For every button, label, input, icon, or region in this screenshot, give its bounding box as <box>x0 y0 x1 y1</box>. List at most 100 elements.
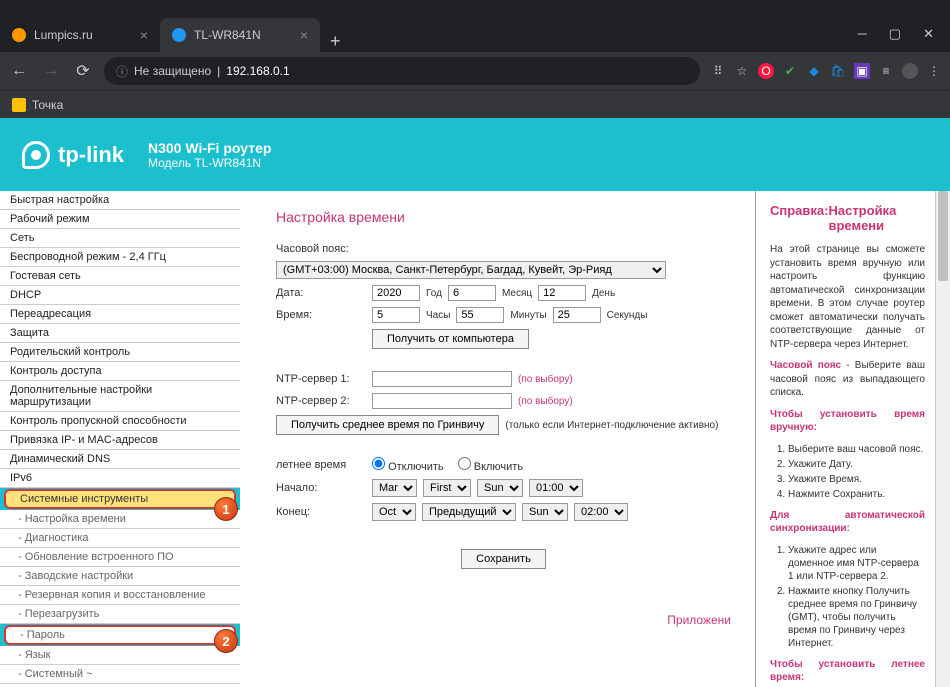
sidebar-item[interactable]: Защита <box>0 324 240 343</box>
callout-badge-2: 2 <box>214 629 238 653</box>
time-label: Время: <box>276 309 366 321</box>
bookmark-link[interactable]: Точка <box>32 98 63 112</box>
sidebar-item[interactable]: - Резервная копия и восстановление <box>0 586 240 605</box>
end-time-select[interactable]: 02:00 <box>574 503 628 521</box>
maximize-icon[interactable]: ▢ <box>889 26 901 42</box>
get-gmt-button[interactable]: Получить среднее время по Гринвичу <box>276 415 499 435</box>
ext-opera-icon[interactable]: O <box>758 63 774 79</box>
menu-icon[interactable]: ⋮ <box>926 63 942 79</box>
back-icon[interactable]: ← <box>8 62 30 80</box>
start-label: Начало: <box>276 482 366 494</box>
tab-title: TL-WR841N <box>194 28 261 42</box>
model-name: Модель TL-WR841N <box>148 156 271 170</box>
favicon-icon <box>12 28 26 42</box>
dst-label: летнее время <box>276 459 366 471</box>
second-input[interactable] <box>553 307 601 323</box>
minute-input[interactable] <box>456 307 504 323</box>
page-title: Настройка времени <box>276 209 731 225</box>
sidebar-item-system-tools[interactable]: Системные инструменты 1 <box>4 489 236 509</box>
product-name: N300 Wi-Fi роутер <box>148 140 271 156</box>
bookmark-folder-icon <box>12 98 26 112</box>
translate-icon[interactable]: ⠿ <box>710 63 726 79</box>
date-label: Дата: <box>276 287 366 299</box>
end-week-select[interactable]: Предыдущий <box>422 503 516 521</box>
minimize-icon[interactable]: ─ <box>858 26 867 42</box>
ntp2-input[interactable] <box>372 393 512 409</box>
sidebar-item[interactable]: IPv6 <box>0 469 240 488</box>
year-input[interactable] <box>372 285 420 301</box>
sidebar-item[interactable]: DHCP <box>0 286 240 305</box>
scrollbar-thumb[interactable] <box>938 191 948 281</box>
url-text: 192.168.0.1 <box>226 64 289 78</box>
sidebar-item[interactable]: Дополнительные настройки маршрутизации <box>0 381 240 412</box>
favicon-icon <box>172 28 186 42</box>
help-title: Справка:Настройка времени <box>770 203 925 233</box>
sidebar-item[interactable]: Родительский контроль <box>0 343 240 362</box>
sidebar: Быстрая настройка Рабочий режим Сеть Бес… <box>0 191 240 687</box>
save-button[interactable]: Сохранить <box>461 549 546 569</box>
sidebar-item[interactable]: - Заводские настройки <box>0 567 240 586</box>
help-panel: Справка:Настройка времени На этой страни… <box>755 191 935 687</box>
sidebar-item[interactable]: Контроль доступа <box>0 362 240 381</box>
ntp1-input[interactable] <box>372 371 512 387</box>
sidebar-item[interactable]: Привязка IP- и MAC-адресов <box>0 431 240 450</box>
start-week-select[interactable]: First <box>423 479 471 497</box>
site-info-icon[interactable]: ⓘ <box>116 63 128 80</box>
sidebar-item-time[interactable]: - Настройка времени <box>0 510 240 529</box>
sidebar-item[interactable]: - Перезагрузить <box>0 605 240 624</box>
router-header: tp-link N300 Wi-Fi роутер Модель TL-WR84… <box>0 118 950 191</box>
sidebar-item-password[interactable]: - Пароль 2 <box>4 625 236 645</box>
sidebar-item[interactable]: Быстрая настройка <box>0 191 240 210</box>
dst-off-radio[interactable]: Отключить <box>372 457 444 473</box>
end-month-select[interactable]: Oct <box>372 503 416 521</box>
profile-avatar[interactable] <box>902 63 918 79</box>
brand-text: tp-link <box>58 142 124 168</box>
new-tab-button[interactable]: + <box>320 31 351 52</box>
get-from-pc-button[interactable]: Получить от компьютера <box>372 329 529 349</box>
sidebar-item[interactable]: - Обновление встроенного ПО <box>0 548 240 567</box>
sidebar-item[interactable]: Беспроводной режим - 2,4 ГГц <box>0 248 240 267</box>
ext-box-icon[interactable]: ▣ <box>854 63 870 79</box>
ntp1-label: NTP-сервер 1: <box>276 373 366 385</box>
ntp2-label: NTP-сервер 2: <box>276 395 366 407</box>
day-input[interactable] <box>538 285 586 301</box>
address-bar[interactable]: ⓘ Не защищено | 192.168.0.1 <box>104 57 700 85</box>
bookmark-star-icon[interactable]: ☆ <box>734 63 750 79</box>
start-time-select[interactable]: 01:00 <box>529 479 583 497</box>
sidebar-item[interactable]: Контроль пропускной способности <box>0 412 240 431</box>
sidebar-item[interactable]: - Диагностика <box>0 529 240 548</box>
timezone-select[interactable]: (GMT+03:00) Москва, Санкт-Петербург, Баг… <box>276 261 666 279</box>
month-input[interactable] <box>448 285 496 301</box>
sidebar-item[interactable]: Рабочий режим <box>0 210 240 229</box>
close-window-icon[interactable]: ✕ <box>923 26 934 42</box>
ext-check-icon[interactable]: ✔ <box>782 63 798 79</box>
ext-shield-icon[interactable]: ◆ <box>806 63 822 79</box>
tz-label: Часовой пояс: <box>276 243 366 255</box>
ext-cart-icon[interactable]: 🛍 <box>830 63 846 79</box>
sidebar-item[interactable]: Переадресация <box>0 305 240 324</box>
forward-icon: → <box>40 62 62 80</box>
start-month-select[interactable]: Mar <box>372 479 417 497</box>
tab-router[interactable]: TL-WR841N × <box>160 18 320 52</box>
close-icon[interactable]: × <box>300 27 308 43</box>
reading-list-icon[interactable]: ≡ <box>878 63 894 79</box>
start-day-select[interactable]: Sun <box>477 479 523 497</box>
tab-lumpics[interactable]: Lumpics.ru × <box>0 18 160 52</box>
sidebar-item[interactable]: Гостевая сеть <box>0 267 240 286</box>
help-scrollbar[interactable] <box>935 191 950 687</box>
sidebar-item[interactable]: - Системный ~ <box>0 665 240 684</box>
tplink-logo-icon <box>22 141 50 169</box>
dst-on-radio[interactable]: Включить <box>458 457 523 473</box>
end-day-select[interactable]: Sun <box>522 503 568 521</box>
apps-label: Приложени <box>276 613 731 627</box>
sidebar-item[interactable]: Динамический DNS <box>0 450 240 469</box>
close-icon[interactable]: × <box>140 27 148 43</box>
help-p1: На этой странице вы сможете установить в… <box>770 243 925 351</box>
end-label: Конец: <box>276 506 366 518</box>
tab-title: Lumpics.ru <box>34 28 93 42</box>
not-secure-label: Не защищено <box>134 64 211 78</box>
hour-input[interactable] <box>372 307 420 323</box>
sidebar-item[interactable]: Сеть <box>0 229 240 248</box>
sidebar-item[interactable]: - Язык <box>0 646 240 665</box>
reload-icon[interactable]: ⟳ <box>72 61 94 81</box>
